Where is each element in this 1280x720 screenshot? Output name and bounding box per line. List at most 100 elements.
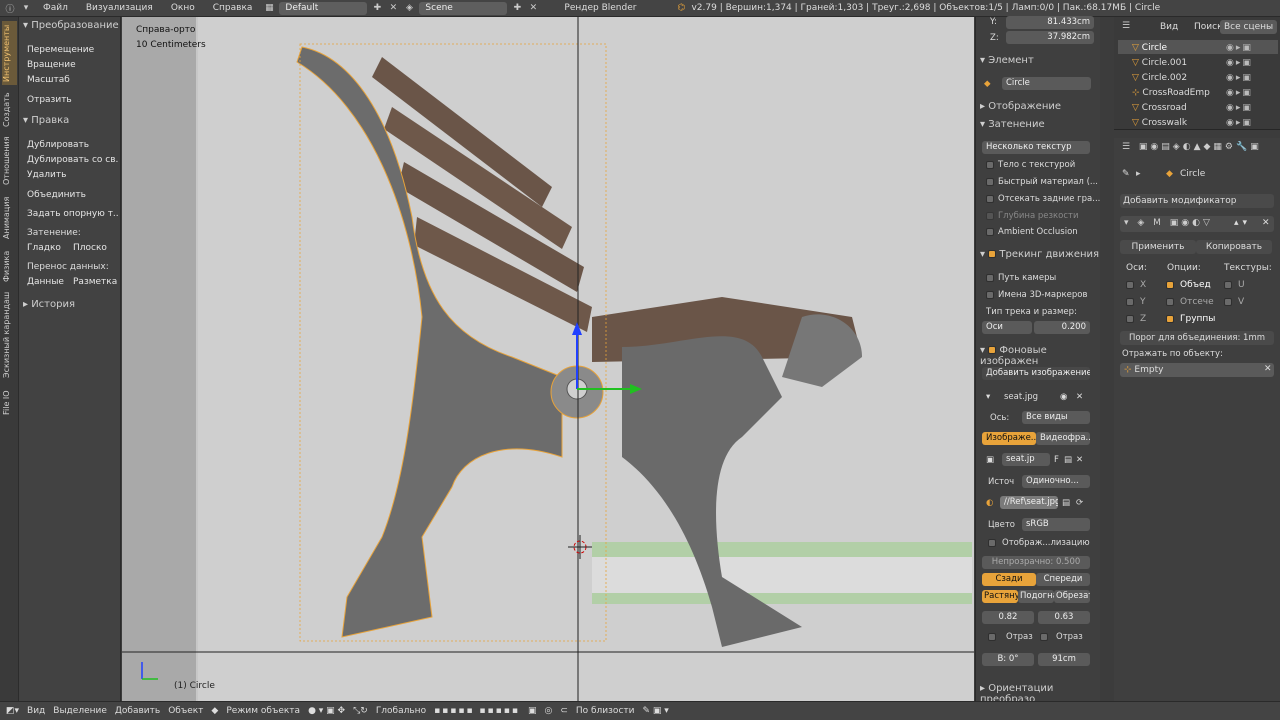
tab-physics[interactable]: Физика bbox=[2, 247, 17, 285]
add-modifier-button[interactable]: Добавить модификатор bbox=[1120, 194, 1274, 208]
menu-window[interactable]: Окно bbox=[164, 3, 202, 13]
opacity-slider[interactable]: Непрозрачно: 0.500 bbox=[982, 556, 1090, 569]
translate-button[interactable]: Перемещение bbox=[25, 43, 119, 57]
marker-names-checkbox[interactable] bbox=[986, 291, 994, 299]
outliner-item[interactable]: ▽ Crosswalk bbox=[1132, 116, 1210, 131]
outliner-item[interactable]: ▽ Crossroad bbox=[1132, 101, 1210, 116]
shading-icons[interactable]: ● ▾ ▣ ✥ bbox=[308, 706, 345, 716]
outliner-view-menu[interactable]: Вид bbox=[1160, 22, 1178, 32]
merge-limit-field[interactable]: Порог для объединения: 1mm bbox=[1120, 331, 1274, 345]
outliner-editor-icon[interactable]: ☰ bbox=[1122, 21, 1130, 31]
shading-mode-select[interactable]: Несколько текстур bbox=[982, 141, 1090, 154]
editor-type-icon[interactable]: ▾ bbox=[20, 3, 32, 13]
texture-v-checkbox[interactable] bbox=[1224, 298, 1232, 306]
image-datablock-field[interactable]: seat.jp bbox=[1002, 453, 1050, 466]
matcap-checkbox[interactable] bbox=[986, 178, 994, 186]
shade-flat-button[interactable]: Плоско bbox=[71, 241, 115, 255]
menu-select[interactable]: Выделение bbox=[53, 706, 107, 716]
item-header[interactable]: ▾ Элемент bbox=[980, 55, 1034, 66]
add-layout-icon[interactable]: ✚ bbox=[371, 3, 383, 13]
backface-checkbox[interactable] bbox=[986, 195, 994, 203]
scene-selector[interactable]: Scene bbox=[419, 1, 508, 15]
outliner-item[interactable]: ⊹ CrossRoadEmp bbox=[1132, 86, 1210, 101]
set-origin-button[interactable]: Задать опорную т... bbox=[25, 207, 119, 221]
stretch-button[interactable]: Растяну bbox=[982, 590, 1018, 603]
layout-button[interactable]: Разметка bbox=[71, 275, 117, 289]
outliner-item[interactable]: ▽ Circle bbox=[1132, 41, 1210, 56]
proportional-icon[interactable]: ◎ bbox=[544, 706, 552, 716]
history-header[interactable]: ▸ История bbox=[23, 299, 75, 310]
properties-context-tabs[interactable]: ☰ ▣◉▤◈◐▲◆▦⚙🔧▣ bbox=[1122, 142, 1262, 152]
rotation-field[interactable]: В: 0° bbox=[982, 653, 1034, 666]
tracking-checkbox[interactable] bbox=[988, 250, 997, 258]
source-select[interactable]: Одиночно... bbox=[1022, 475, 1090, 488]
info-icon[interactable]: ⓘ bbox=[4, 2, 16, 15]
background-images-checkbox[interactable] bbox=[988, 346, 997, 354]
axis-select[interactable]: Все виды bbox=[1022, 411, 1090, 424]
texture-u-checkbox[interactable] bbox=[1224, 281, 1232, 289]
3d-viewport[interactable]: Справа-орто 10 Centimeters (1) Circle bbox=[122, 17, 974, 701]
folder-icon[interactable]: ▤ bbox=[1062, 498, 1070, 508]
outliner-item[interactable]: ▽ Circle.001 bbox=[1132, 56, 1210, 71]
tab-create[interactable]: Создать bbox=[2, 89, 17, 131]
tab-relations[interactable]: Отношения bbox=[2, 135, 17, 187]
track-size-field[interactable]: 0.200 bbox=[1034, 321, 1090, 334]
z-field[interactable]: 37.982cm bbox=[1006, 31, 1094, 44]
pin-icon[interactable]: ✎ bbox=[1122, 169, 1130, 179]
display-view-checkbox[interactable] bbox=[988, 539, 996, 547]
duplicate-button[interactable]: Дублировать bbox=[25, 138, 119, 152]
rotate-button[interactable]: Вращение bbox=[25, 58, 119, 72]
eye-icon[interactable]: ◉ bbox=[1060, 392, 1067, 402]
outliner-display-mode[interactable]: Все сцены bbox=[1220, 20, 1278, 34]
background-images-header[interactable]: ▾ Фоновые изображен bbox=[980, 345, 1100, 367]
flip-x-checkbox[interactable] bbox=[988, 633, 996, 641]
crop-button[interactable]: Обрезат bbox=[1054, 590, 1090, 603]
textured-solid-checkbox[interactable] bbox=[986, 161, 994, 169]
modifier-move-icons[interactable]: ▴▾ bbox=[1234, 218, 1251, 228]
fake-user-toggle[interactable]: F bbox=[1054, 455, 1059, 465]
tab-grease-pencil[interactable]: Эскизный карандаш bbox=[2, 289, 17, 381]
orientation-selector[interactable]: Глобально bbox=[376, 706, 426, 716]
remove-modifier-icon[interactable]: ✕ bbox=[1262, 218, 1270, 228]
outliner-item[interactable]: ▽ Circle.002 bbox=[1132, 71, 1210, 86]
visibility-toggles[interactable]: ◉▸▣ ◉▸▣ ◉▸▣ ◉▸▣ ◉▸▣ ◉▸▣ bbox=[1226, 41, 1253, 131]
tab-animation[interactable]: Анимация bbox=[2, 193, 17, 243]
flip-y-checkbox[interactable] bbox=[1040, 633, 1048, 641]
axis-z-checkbox[interactable] bbox=[1126, 315, 1134, 323]
snap-target-selector[interactable]: По близости bbox=[576, 706, 635, 716]
remove-image-icon[interactable]: ✕ bbox=[1076, 392, 1083, 402]
copy-button[interactable]: Копировать bbox=[1196, 240, 1272, 254]
layer-grid[interactable]: ▪▪▪▪▪ ▪▪▪▪▪ bbox=[434, 706, 520, 716]
clear-mirror-object-icon[interactable]: ✕ bbox=[1264, 364, 1272, 374]
manipulator-icons[interactable]: ⤡↻ bbox=[353, 706, 368, 716]
display-header[interactable]: ▸ Отображение bbox=[980, 101, 1061, 112]
add-image-button[interactable]: Добавить изображение bbox=[982, 367, 1090, 380]
layout-grid-icon[interactable]: ▦ bbox=[263, 3, 275, 13]
mode-selector[interactable]: Режим объекта bbox=[226, 706, 300, 716]
mirror-object-field[interactable]: ⊹ Empty bbox=[1120, 363, 1274, 377]
duplicate-linked-button[interactable]: Дублировать со св... bbox=[25, 153, 119, 167]
menu-object[interactable]: Объект bbox=[168, 706, 203, 716]
outliner-search-menu[interactable]: Поиск bbox=[1194, 22, 1223, 32]
axis-x-checkbox[interactable] bbox=[1126, 281, 1134, 289]
shade-smooth-button[interactable]: Гладко bbox=[25, 241, 69, 255]
render-engine-selector[interactable]: Рендер Blender bbox=[557, 3, 643, 13]
back-button[interactable]: Сзади bbox=[982, 573, 1036, 586]
tab-file-io[interactable]: File IO bbox=[2, 387, 17, 419]
join-button[interactable]: Объединить bbox=[25, 188, 119, 202]
front-button[interactable]: Спереди bbox=[1036, 573, 1090, 586]
dof-checkbox[interactable] bbox=[986, 212, 994, 220]
object-name-field[interactable]: Circle bbox=[1002, 77, 1091, 90]
merge-checkbox[interactable] bbox=[1166, 281, 1174, 289]
fit-button[interactable]: Подогна bbox=[1018, 590, 1054, 603]
tab-movie-source[interactable]: Видеофра... bbox=[1036, 432, 1090, 445]
unlink-image-icon[interactable]: ✕ bbox=[1076, 455, 1083, 465]
scale-button[interactable]: Масштаб bbox=[25, 73, 119, 87]
camera-path-checkbox[interactable] bbox=[986, 274, 994, 282]
add-scene-icon[interactable]: ✚ bbox=[511, 3, 523, 13]
clipping-checkbox[interactable] bbox=[1166, 298, 1174, 306]
editor-type-icon[interactable]: ◩▾ bbox=[6, 706, 19, 716]
edit-header[interactable]: ▾ Правка bbox=[23, 115, 69, 126]
menu-view[interactable]: Вид bbox=[27, 706, 45, 716]
pack-icon[interactable]: ◐ bbox=[986, 498, 993, 508]
